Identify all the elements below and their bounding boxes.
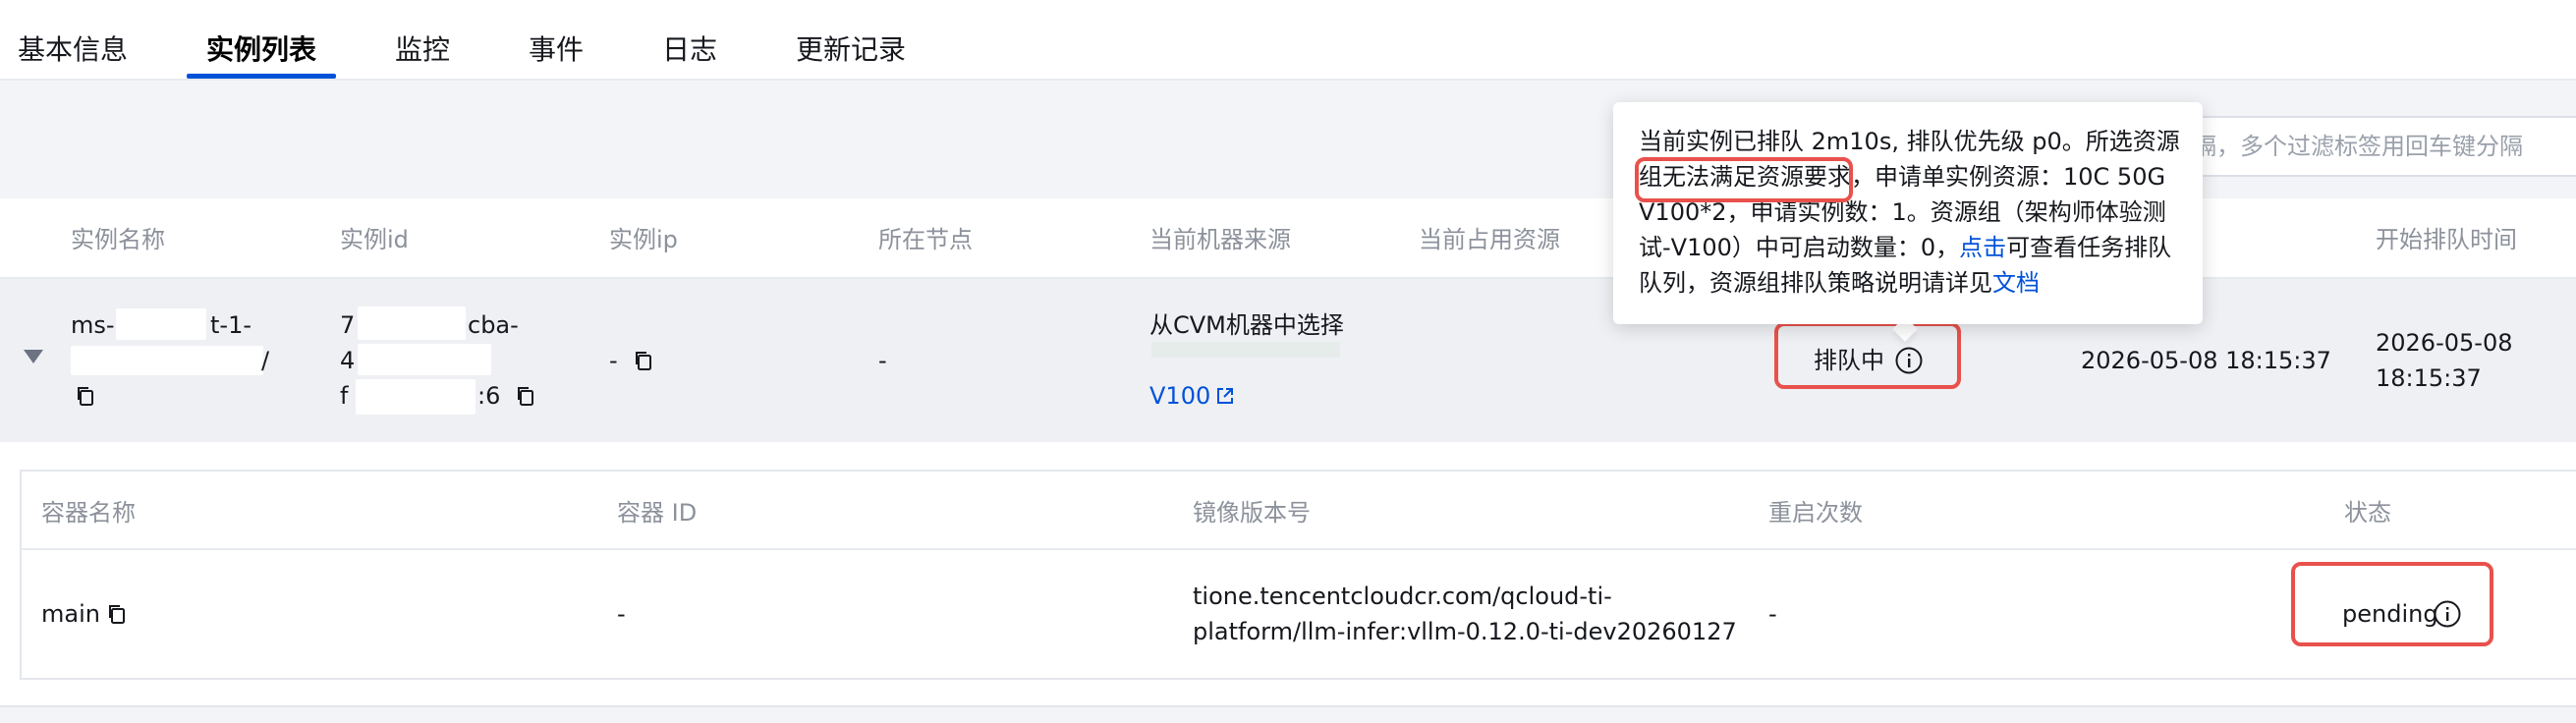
tooltip-click-link[interactable]: 点击 <box>1959 234 2006 261</box>
tab-basic-info[interactable]: 基本信息 <box>18 32 128 68</box>
instance-name-part: / <box>261 347 270 374</box>
page-bottom-band <box>0 705 2576 723</box>
tooltip-reason-highlight-box <box>1635 157 1853 202</box>
image-version-line1: tione.tencentcloudcr.com/qcloud-ti- <box>1193 583 1612 610</box>
col-instance-id: 实例id <box>340 226 409 253</box>
restart-count: - <box>1768 600 1777 628</box>
col-machine-source: 当前机器来源 <box>1149 226 1291 253</box>
copy-icon[interactable] <box>515 385 536 407</box>
status-highlight-box <box>1774 322 1961 389</box>
tooltip-text: 试-V100）中可启动数量：0， <box>1639 234 1960 261</box>
instance-id-part: cba- <box>468 311 519 339</box>
col-instance-name: 实例名称 <box>71 226 165 253</box>
masked-text <box>358 306 466 340</box>
col-instance-ip: 实例ip <box>609 226 678 253</box>
instance-name-part: t-1- <box>210 311 252 339</box>
container-name: main <box>41 600 100 628</box>
instance-id-part: :6 <box>477 382 501 410</box>
tab-bar: 基本信息 实例列表 监控 事件 日志 更新记录 <box>0 0 2576 81</box>
masked-text <box>356 379 476 415</box>
machine-type-link[interactable]: V100 <box>1149 379 1210 413</box>
instance-name-part: ms- <box>71 311 115 339</box>
tab-update-history[interactable]: 更新记录 <box>796 32 906 68</box>
container-status-highlight-box <box>2291 562 2493 646</box>
tooltip-text: ，申请单实例资源：10C 50G <box>1851 163 2166 191</box>
copy-icon[interactable] <box>106 603 128 625</box>
masked-text <box>116 308 206 340</box>
tooltip-line: 队列，资源组排队策略说明请详见文档 <box>1639 265 2179 301</box>
copy-icon[interactable] <box>633 350 654 371</box>
tab-monitor[interactable]: 监控 <box>395 32 450 68</box>
queue-tooltip: 当前实例已排队 2m10s, 排队优先级 p0。所选资源 组无法满足资源要求，申… <box>1613 102 2203 324</box>
tab-instance-list[interactable]: 实例列表 <box>206 32 316 68</box>
col-container-name: 容器名称 <box>41 499 136 527</box>
masked-text <box>71 346 263 375</box>
instance-id-part: f <box>340 382 349 410</box>
tooltip-line: 试-V100）中可启动数量：0，点击可查看任务排队 <box>1639 230 2179 265</box>
col-restart-count: 重启次数 <box>1768 499 1863 527</box>
masked-text <box>358 344 491 375</box>
tab-logs[interactable]: 日志 <box>662 32 717 68</box>
external-link-icon[interactable] <box>1214 385 1236 411</box>
col-container-id: 容器 ID <box>617 499 698 527</box>
instance-node: - <box>878 347 887 374</box>
col-container-status: 状态 <box>2344 499 2391 527</box>
col-node: 所在节点 <box>878 226 973 253</box>
container-id: - <box>617 600 626 628</box>
copy-icon[interactable] <box>75 385 96 407</box>
col-queue-start-time: 开始排队时间 <box>2376 226 2517 253</box>
instance-id-part: 7 <box>340 311 356 339</box>
col-occupied-resources: 当前占用资源 <box>1419 226 1560 253</box>
active-tab-indicator <box>187 74 336 79</box>
create-time: 2026-05-08 18:15:37 <box>2081 347 2331 374</box>
instance-ip: - <box>609 347 618 374</box>
search-input[interactable] <box>2154 118 2576 175</box>
tooltip-line: 当前实例已排队 2m10s, 排队优先级 p0。所选资源 <box>1639 128 2180 155</box>
queue-start-date: 2026-05-08 <box>2376 329 2513 357</box>
search-box[interactable] <box>2152 116 2576 177</box>
tab-events[interactable]: 事件 <box>529 32 584 68</box>
caret-down-icon[interactable] <box>24 350 43 363</box>
masked-text <box>1151 342 1340 358</box>
instance-id-part: 4 <box>340 347 356 374</box>
tooltip-doc-link[interactable]: 文档 <box>1992 269 2040 297</box>
tooltip-text: 可查看任务排队 <box>2006 234 2172 261</box>
machine-source: 从CVM机器中选择 <box>1149 311 1344 339</box>
col-image-version: 镜像版本号 <box>1193 499 1311 527</box>
tooltip-text: 队列，资源组排队策略说明请详见 <box>1639 269 1992 297</box>
queue-start-time: 18:15:37 <box>2376 364 2482 392</box>
image-version-line2: platform/llm-infer:vllm-0.12.0-ti-dev202… <box>1193 618 1737 645</box>
divider <box>20 548 2576 550</box>
